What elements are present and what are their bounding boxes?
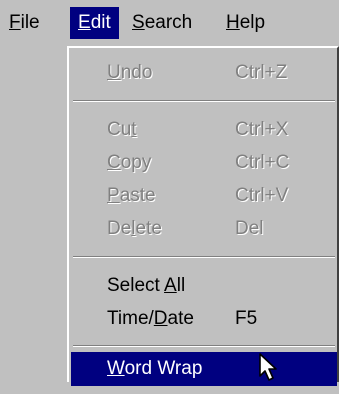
menu-search[interactable]: Search xyxy=(124,7,200,39)
menu-item-paste[interactable]: Paste Ctrl+V xyxy=(71,179,337,213)
menu-item-label: Copy xyxy=(107,152,152,173)
menu-help[interactable]: Help xyxy=(218,7,273,39)
menu-item-label: Undo xyxy=(107,62,153,83)
menu-item-label: Delete xyxy=(107,218,162,239)
menu-item-label: Select All xyxy=(107,275,186,296)
menu-bar: File Edit Search Help xyxy=(0,0,339,46)
menu-item-undo[interactable]: Undo Ctrl+Z xyxy=(71,56,337,90)
shortcut-label: F5 xyxy=(235,308,258,329)
menu-item-select-all[interactable]: Select All xyxy=(71,269,337,303)
menu-item-label: Paste xyxy=(107,185,156,206)
menu-item-word-wrap[interactable]: Word Wrap xyxy=(71,352,337,386)
mouse-pointer-arrow-icon xyxy=(258,352,280,394)
menu-item-label: Time/Date xyxy=(107,308,194,329)
menu-item-copy[interactable]: Copy Ctrl+C xyxy=(71,146,337,180)
shortcut-label: Ctrl+Z xyxy=(235,62,288,83)
menu-file[interactable]: File xyxy=(1,7,48,39)
menu-item-time-date[interactable]: Time/Date F5 xyxy=(71,302,337,336)
menu-item-label: Word Wrap xyxy=(107,358,203,379)
menu-separator xyxy=(73,256,335,258)
edit-menu-dropdown: Undo Ctrl+Z Cut Ctrl+X Copy Ctrl+C Paste… xyxy=(67,46,339,386)
shortcut-label: Ctrl+V xyxy=(235,185,289,206)
menu-edit[interactable]: Edit xyxy=(70,7,119,39)
menu-item-label: Cut xyxy=(107,119,137,140)
shortcut-label: Ctrl+X xyxy=(235,119,289,140)
menu-separator xyxy=(73,100,335,102)
menu-item-cut[interactable]: Cut Ctrl+X xyxy=(71,113,337,147)
menu-separator xyxy=(73,345,335,347)
menu-item-delete[interactable]: Delete Del xyxy=(71,212,337,246)
shortcut-label: Del xyxy=(235,218,264,239)
shortcut-label: Ctrl+C xyxy=(235,152,290,173)
